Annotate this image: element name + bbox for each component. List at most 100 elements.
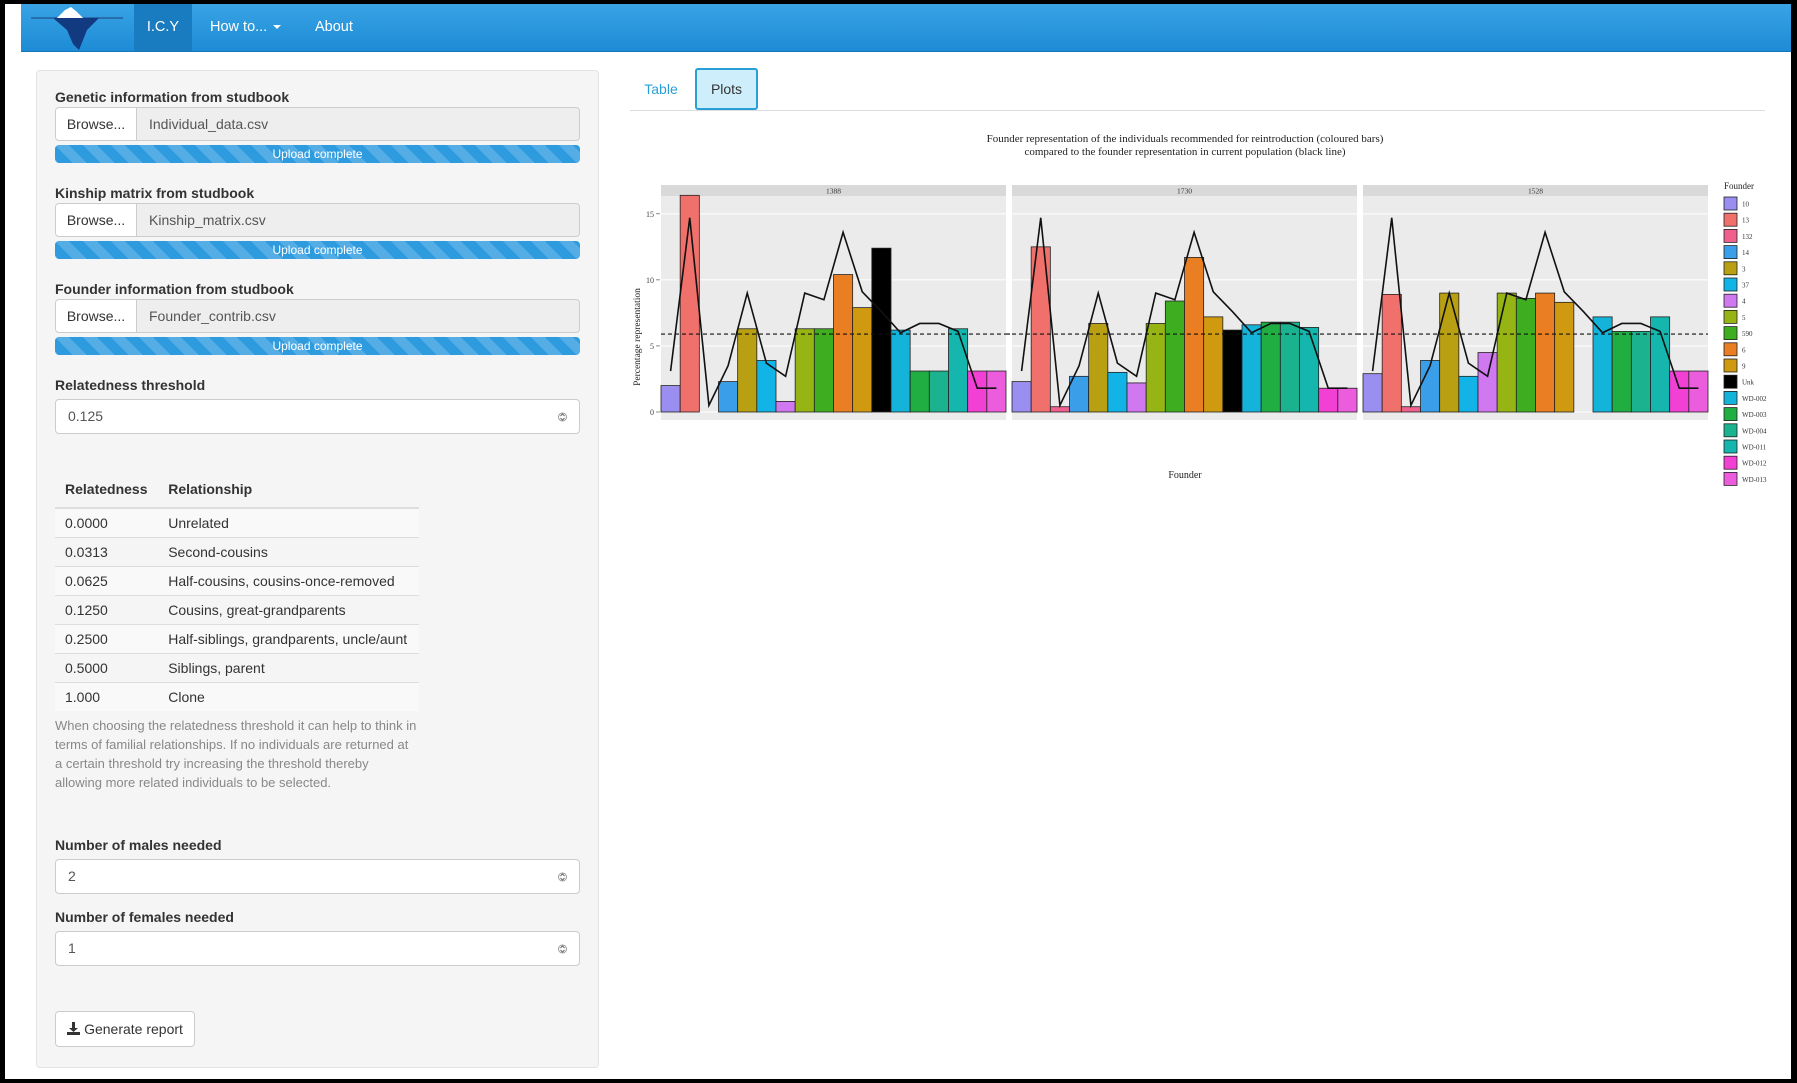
females-needed-value: 1 [68,940,76,956]
females-needed-input[interactable]: 1 [55,931,580,966]
y-tick-label: 10 [646,276,654,285]
tab-table[interactable]: Table [630,68,692,110]
app-window: I.C.Y How to... About Genetic informatio… [5,4,1791,1079]
nav-about[interactable]: About [301,4,367,51]
browse-button[interactable]: Browse... [55,203,137,237]
relatedness-cell: 0.0313 [55,537,159,567]
females-needed-label: Number of females needed [55,909,234,925]
relatedness-threshold-value: 0.125 [68,408,104,424]
relatedness-threshold-input[interactable]: 0.125 [55,399,580,434]
bar-founder-WD-002 [1241,324,1262,413]
legend-label: WD-004 [1742,427,1767,435]
relationship-cell: Second-cousins [158,537,419,567]
spinner-icon[interactable] [558,870,567,884]
legend-label: WD-011 [1742,444,1767,452]
relatedness-cell: 1.000 [55,682,159,711]
bar-founder-WD-003 [1260,321,1281,413]
nav-how-to-dropdown[interactable]: How to... [196,4,295,51]
bar-founder-Unk [871,247,892,413]
bar-founder-WD-002 [890,329,911,413]
iceberg-logo-icon[interactable] [29,4,125,51]
legend-label: 3 [1742,265,1746,273]
upload-progress-bar: Upload complete [55,145,580,163]
bar-founder-10 [660,385,681,413]
legend-label: WD-003 [1742,411,1767,419]
generate-report-button[interactable]: Generate report [55,1011,195,1047]
bar-founder-WD-013 [1337,387,1358,413]
download-icon [67,1022,81,1035]
bar-founder-4 [1126,382,1147,413]
bar-founder-WD-012 [1318,387,1339,413]
legend-key [1723,390,1738,405]
bar-founder-10 [1011,381,1032,413]
founder-info-file-input[interactable]: Browse... Founder_contrib.csv [55,299,580,333]
relationship-cell: Unrelated [158,507,419,538]
bar-founder-37 [1107,371,1128,413]
founder-representation-chart: Founder representation of the individual… [633,133,1767,486]
kinship-matrix-label: Kinship matrix from studbook [55,185,255,201]
relatedness-cell: 0.1250 [55,595,159,625]
bar-founder-37 [1458,375,1479,413]
genetic-info-label: Genetic information from studbook [55,89,290,105]
kinship-matrix-file-input[interactable]: Browse... Kinship_matrix.csv [55,203,580,237]
table-row: 1.000 Clone [55,682,419,711]
bar-founder-5 [794,328,815,413]
legend-label: 6 [1742,346,1746,354]
y-tick-label: 0 [650,408,654,417]
table-row: 0.0313 Second-cousins [55,537,419,567]
legend-key [1723,293,1738,308]
relatedness-cell: 0.2500 [55,624,159,654]
legend-label: 132 [1742,233,1753,241]
bar-founder-132 [1049,406,1070,413]
table-row: 0.2500 Half-siblings, grandparents, uncle… [55,624,419,654]
tab-plots[interactable]: Plots [695,68,758,110]
browse-button[interactable]: Browse... [55,107,137,141]
generate-report-label: Generate report [84,1021,183,1037]
bar-founder-WD-013 [986,370,1007,413]
legend-key [1723,196,1738,211]
bar-founder-9 [1203,316,1224,413]
chart-legend: 10 13 132 14 3 37 4 5 590 6 9 Unk WD-002 WD-003 WD-004… [1723,196,1767,486]
legend-label: 14 [1742,249,1750,257]
genetic-info-file-input[interactable]: Browse... Individual_data.csv [55,107,580,141]
bar-founder-Unk [1222,329,1243,413]
bar-founder-WD-013 [1688,370,1709,413]
chart-plot-area: 0 5 10 15 1388 1730 1528 [646,185,1709,420]
legend-label: 10 [1742,201,1750,209]
facet-label: 1730 [1177,187,1192,196]
bar-founder-4 [1477,352,1498,413]
legend-label: 5 [1742,314,1746,322]
y-tick-label: 15 [646,210,654,219]
bar-founder-5 [1496,292,1517,413]
legend-key [1723,261,1738,276]
bar-founder-10 [1362,373,1383,413]
spinner-icon[interactable] [558,410,567,424]
file-name-field: Kinship_matrix.csv [136,203,580,237]
legend-title: Founder [1724,181,1754,191]
chart-title: Founder representation of the individual… [987,133,1384,145]
nav-icy[interactable]: I.C.Y [134,4,192,51]
bar-founder-9 [1554,301,1575,413]
bar-founder-WD-011 [1299,327,1320,413]
browse-button[interactable]: Browse... [55,299,137,333]
relatedness-table: Relatedness Relationship 0.0000 Unrelated… [55,471,419,711]
bar-founder-5 [1145,323,1166,413]
bar-founder-6 [833,274,854,413]
bar-founder-6 [1184,257,1205,413]
bar-founder-WD-004 [1279,321,1300,413]
males-needed-input[interactable]: 2 [55,859,580,894]
y-tick-label: 5 [650,342,654,351]
legend-key [1723,229,1738,243]
bar-founder-13 [1381,294,1402,413]
bar-founder-WD-012 [967,370,988,413]
legend-key [1723,212,1738,227]
spinner-icon[interactable] [558,942,567,956]
navbar: I.C.Y How to... About [21,4,1791,52]
y-axis-label: Percentage representation [633,288,643,386]
bar-founder-WD-004 [1630,331,1651,413]
legend-key [1723,439,1738,454]
bar-founder-WD-004 [928,370,949,413]
sidebar-panel: Genetic information from studbook Browse… [36,70,599,1068]
legend-key [1723,277,1738,292]
legend-label: 9 [1742,363,1746,371]
